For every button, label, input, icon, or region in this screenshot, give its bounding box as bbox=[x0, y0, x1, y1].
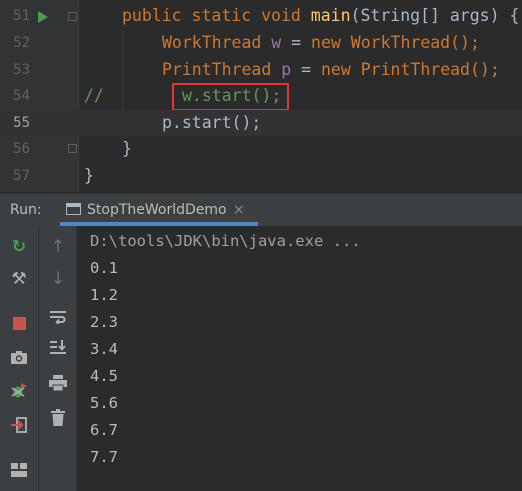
console-line: 0.1 bbox=[90, 259, 118, 277]
code-line-51[interactable]: 51 public static void main(String[] args… bbox=[0, 3, 522, 30]
code-line-55[interactable]: 55 p.start(); bbox=[0, 109, 522, 136]
console-line: 3.4 bbox=[90, 340, 118, 358]
run-label: Run: bbox=[10, 202, 42, 218]
rerun-icon[interactable]: ↻ bbox=[5, 234, 33, 260]
exit-icon[interactable] bbox=[5, 412, 33, 438]
code-text: } bbox=[84, 165, 94, 185]
code-line-57[interactable]: 57 } bbox=[0, 163, 522, 190]
console-window-icon bbox=[66, 203, 81, 215]
line-number: 57 bbox=[13, 167, 30, 184]
fold-marker-icon[interactable] bbox=[68, 144, 77, 153]
console-output[interactable]: D:\tools\JDK\bin\java.exe ... 0.1 1.2 2.… bbox=[77, 226, 522, 491]
arrow-up-icon[interactable]: ↑ bbox=[44, 234, 72, 260]
code-editor[interactable]: 51 public static void main(String[] args… bbox=[0, 0, 522, 192]
scroll-to-end-icon[interactable] bbox=[44, 334, 72, 360]
console-line: 5.6 bbox=[90, 394, 118, 412]
code-text: PrintThread p = new PrintThread(); bbox=[162, 59, 500, 79]
code-line-53[interactable]: 53 PrintThread p = new PrintThread(); bbox=[0, 57, 522, 84]
line-number: 55 bbox=[13, 114, 30, 131]
console-line: 2.3 bbox=[90, 313, 118, 331]
arrow-down-icon[interactable]: ↓ bbox=[44, 266, 72, 292]
code-line-52[interactable]: 52 WorkThread w = new WorkThread(); bbox=[0, 30, 522, 57]
trash-icon[interactable] bbox=[44, 404, 72, 430]
code-line-54[interactable]: 54 // w.start(); bbox=[0, 83, 522, 111]
line-number: 53 bbox=[13, 61, 30, 78]
soft-wrap-icon[interactable] bbox=[44, 304, 72, 330]
code-text: p.start(); bbox=[162, 112, 262, 132]
code-text: } bbox=[122, 139, 132, 158]
code-text: public static void main(String[] args) { bbox=[122, 6, 520, 25]
run-left-toolbar: ↻ ⚒ bbox=[0, 226, 38, 491]
comment-marker: // bbox=[84, 86, 104, 105]
line-number: 51 bbox=[13, 8, 30, 24]
console-line: 1.2 bbox=[90, 286, 118, 304]
debug-bug-icon[interactable] bbox=[5, 378, 33, 404]
code-text: WorkThread w = new WorkThread(); bbox=[162, 33, 480, 52]
wrench-icon[interactable]: ⚒ bbox=[5, 266, 33, 292]
run-secondary-toolbar: ↑ ↓ bbox=[39, 226, 76, 491]
print-icon[interactable] bbox=[44, 370, 72, 396]
ide-window: 51 public static void main(String[] args… bbox=[0, 0, 522, 491]
console-line: 6.7 bbox=[90, 421, 118, 439]
console-line: 7.7 bbox=[90, 448, 118, 466]
console-command-line: D:\tools\JDK\bin\java.exe ... bbox=[90, 232, 361, 250]
fold-marker-icon[interactable] bbox=[68, 12, 77, 21]
line-number: 54 bbox=[13, 88, 30, 104]
highlight-box bbox=[172, 83, 289, 111]
stop-icon[interactable] bbox=[5, 310, 33, 336]
console-line: 4.5 bbox=[90, 367, 118, 385]
line-number: 52 bbox=[13, 35, 30, 51]
run-panel-header: Run: StopTheWorldDemo × bbox=[0, 193, 522, 226]
line-number: 56 bbox=[13, 141, 30, 157]
code-line-56[interactable]: 56 } bbox=[0, 136, 522, 163]
run-gutter-icon[interactable] bbox=[38, 11, 48, 23]
layout-icon[interactable] bbox=[5, 457, 33, 483]
camera-icon[interactable] bbox=[5, 344, 33, 370]
